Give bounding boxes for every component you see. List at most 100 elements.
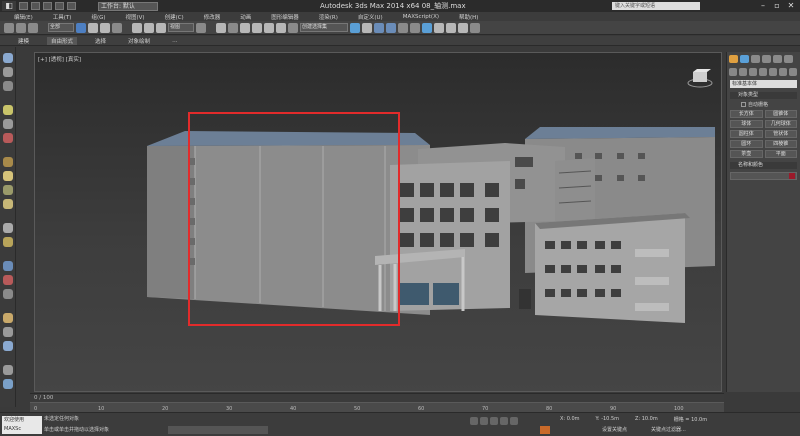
plane-button[interactable]: 平面 xyxy=(764,150,797,158)
pivot-center-icon[interactable] xyxy=(196,22,206,33)
open-file-icon[interactable] xyxy=(31,2,40,10)
sphere-tool-icon[interactable] xyxy=(3,53,13,63)
spacewarps-icon[interactable] xyxy=(779,68,787,76)
move-icon[interactable] xyxy=(132,22,142,33)
cone-button[interactable]: 圆锥体 xyxy=(764,110,797,118)
sphere-button[interactable]: 球体 xyxy=(730,120,763,128)
compound-tool-icon[interactable] xyxy=(3,289,13,299)
helper-tool-icon[interactable] xyxy=(3,133,13,143)
snaps-toggle-icon[interactable] xyxy=(240,22,250,33)
rendered-frame-window-icon[interactable] xyxy=(446,22,456,33)
primitive-category-dropdown[interactable]: 标准基本体 xyxy=(730,80,797,88)
track-bar[interactable]: 0 10 20 30 40 50 60 70 80 90 100 xyxy=(30,402,724,412)
tab-selection[interactable]: 选择 xyxy=(91,37,110,45)
scale-icon[interactable] xyxy=(156,22,166,33)
selection-filter-dropdown[interactable]: 全部 xyxy=(48,23,74,32)
object-color-swatch[interactable] xyxy=(789,173,795,179)
systems-icon[interactable] xyxy=(789,68,797,76)
shape-tool-icon[interactable] xyxy=(3,275,13,285)
graphite-tools-icon[interactable] xyxy=(386,22,396,33)
menu-item[interactable]: 自定义(U) xyxy=(358,13,383,21)
menu-item[interactable]: 修改器 xyxy=(204,13,221,21)
display-tab-icon[interactable] xyxy=(773,55,782,63)
link-icon[interactable] xyxy=(4,22,14,33)
tube-button[interactable]: 管状体 xyxy=(764,130,797,138)
create-tab-icon[interactable] xyxy=(729,55,738,63)
rotate-icon[interactable] xyxy=(144,22,154,33)
play-icon[interactable] xyxy=(490,417,498,425)
x-coordinate[interactable]: X: 0.0m xyxy=(560,416,580,423)
maximize-icon[interactable]: ▫ xyxy=(772,1,782,10)
particle-tool-icon[interactable] xyxy=(3,313,13,323)
teapot-button[interactable]: 茶壶 xyxy=(730,150,763,158)
add-time-tag-field[interactable] xyxy=(168,426,268,434)
select-manipulate-icon[interactable] xyxy=(216,22,226,33)
go-to-start-icon[interactable] xyxy=(470,417,478,425)
object-name-field[interactable] xyxy=(730,172,797,180)
camera-tool-icon[interactable] xyxy=(3,119,13,129)
material-editor-icon[interactable] xyxy=(422,22,432,33)
teapot-tool-icon[interactable] xyxy=(3,157,13,167)
nurbs-tool-icon[interactable] xyxy=(3,341,13,351)
search-input[interactable]: 键入关键字或短语 xyxy=(612,2,700,10)
curve-editor-icon[interactable] xyxy=(398,22,408,33)
redo-icon[interactable] xyxy=(67,2,76,10)
geosphere-button[interactable]: 几何球体 xyxy=(764,120,797,128)
maxscript-listener[interactable]: 欢迎使用 MAXSc xyxy=(2,416,42,434)
box-tool-icon[interactable] xyxy=(3,67,13,77)
render-production-icon[interactable] xyxy=(458,22,468,33)
edit-named-selection-icon[interactable] xyxy=(288,22,298,33)
tab-more[interactable]: … xyxy=(168,38,182,44)
next-frame-icon[interactable] xyxy=(500,417,508,425)
window-tool-icon[interactable] xyxy=(3,379,13,389)
geometry-icon[interactable] xyxy=(729,68,737,76)
mirror-icon[interactable] xyxy=(350,22,360,33)
viewport-label[interactable]: [+] [透视] [真实] xyxy=(38,55,81,63)
minimize-icon[interactable]: – xyxy=(758,1,768,10)
previous-frame-icon[interactable] xyxy=(480,417,488,425)
workspace-dropdown[interactable]: 工作台: 默认 xyxy=(98,1,158,11)
pyramid-button[interactable]: 四棱锥 xyxy=(764,140,797,148)
menu-item[interactable]: 渲染(R) xyxy=(319,13,338,21)
percent-snap-icon[interactable] xyxy=(264,22,274,33)
cylinder-button[interactable]: 圆柱体 xyxy=(730,130,763,138)
plane-tool-icon[interactable] xyxy=(3,223,13,233)
helpers-icon[interactable] xyxy=(769,68,777,76)
patch-tool-icon[interactable] xyxy=(3,327,13,337)
tab-modeling[interactable]: 建模 xyxy=(14,37,33,45)
layer-manager-icon[interactable] xyxy=(374,22,384,33)
render-setup-icon[interactable] xyxy=(434,22,444,33)
cone-tool-icon[interactable] xyxy=(3,171,13,181)
spinner-snap-icon[interactable] xyxy=(276,22,286,33)
light-tool-icon[interactable] xyxy=(3,105,13,115)
spline-tool-icon[interactable] xyxy=(3,261,13,271)
cameras-icon[interactable] xyxy=(759,68,767,76)
selection-region-icon[interactable] xyxy=(100,22,110,33)
object-type-rollout[interactable]: 对象类型 xyxy=(730,92,797,99)
keyboard-shortcut-icon[interactable] xyxy=(228,22,238,33)
y-coordinate[interactable]: Y: -10.5m xyxy=(596,416,619,423)
z-coordinate[interactable]: Z: 10.0m xyxy=(635,416,658,423)
render-iterative-icon[interactable] xyxy=(470,22,480,33)
menu-item[interactable]: MAXScript(X) xyxy=(403,14,439,20)
select-by-name-icon[interactable] xyxy=(88,22,98,33)
lights-icon[interactable] xyxy=(749,68,757,76)
select-object-icon[interactable] xyxy=(76,22,86,33)
menu-item[interactable]: 组(G) xyxy=(91,13,105,21)
unlink-icon[interactable] xyxy=(16,22,26,33)
set-key-button[interactable]: 设置关键点 xyxy=(602,426,627,433)
box-button[interactable]: 长方体 xyxy=(730,110,763,118)
menu-item[interactable]: 视图(V) xyxy=(126,13,145,21)
angle-snap-icon[interactable] xyxy=(252,22,262,33)
tab-object-paint[interactable]: 对象绘制 xyxy=(124,37,154,45)
named-selection-set-dropdown[interactable]: 创建选择集 xyxy=(300,23,348,32)
menu-item[interactable]: 帮助(H) xyxy=(459,13,478,21)
menu-item[interactable]: 动画 xyxy=(240,13,251,21)
menu-item[interactable]: 创建(C) xyxy=(165,13,184,21)
window-crossing-icon[interactable] xyxy=(112,22,122,33)
torus-tool-icon[interactable] xyxy=(3,185,13,195)
app-logo-icon[interactable]: ◧ xyxy=(2,1,16,11)
modify-tab-icon[interactable] xyxy=(740,55,749,63)
viewcube-icon[interactable] xyxy=(687,67,713,89)
shapes-icon[interactable] xyxy=(739,68,747,76)
